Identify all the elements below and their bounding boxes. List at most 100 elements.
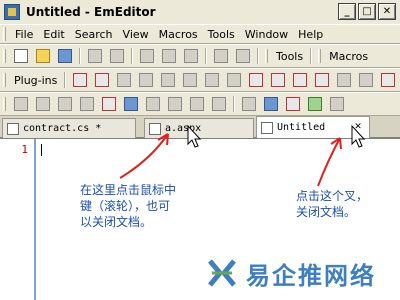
- toolbar-grip[interactable]: [3, 49, 6, 63]
- plugin-button-1[interactable]: [70, 71, 90, 89]
- plugins-toolbar-label[interactable]: Plug-ins: [10, 74, 61, 87]
- menu-macros[interactable]: Macros: [154, 28, 203, 41]
- macro-button-10[interactable]: [209, 95, 229, 113]
- menu-tools[interactable]: Tools: [203, 28, 240, 41]
- xml-button[interactable]: [283, 95, 303, 113]
- snippets-icon: [161, 73, 176, 87]
- macro-options-icon: [146, 97, 160, 111]
- standard-toolbar: Tools Macros: [0, 44, 400, 68]
- plugin-button-13[interactable]: [334, 71, 354, 89]
- plugin-button-7[interactable]: [202, 71, 222, 89]
- plugins-toolbar-grip[interactable]: [3, 73, 6, 87]
- plugin-button-15[interactable]: [378, 71, 398, 89]
- tab-label: contract.cs *: [23, 123, 102, 134]
- macro-button-3[interactable]: [55, 95, 75, 113]
- xml-validate-icon: [308, 97, 322, 111]
- macro-button-1[interactable]: [11, 95, 31, 113]
- copy-button[interactable]: [159, 47, 179, 65]
- title-bar: Untitled - EmEditor _ □ ✕: [0, 0, 400, 24]
- xml-validate-button[interactable]: [305, 95, 325, 113]
- plugin-button-9[interactable]: [246, 71, 266, 89]
- minimize-button[interactable]: _: [338, 3, 356, 20]
- plugin-button-11[interactable]: [290, 71, 310, 89]
- macro-pause-icon: [212, 97, 226, 111]
- macro-run-icon: [58, 97, 72, 111]
- macro-button-6[interactable]: [121, 95, 141, 113]
- bookmark-icon: [227, 73, 242, 87]
- plugin-button-14[interactable]: [356, 71, 376, 89]
- plugins-toolbar: Plug-ins: [0, 68, 400, 92]
- logo-mark-icon: [208, 259, 236, 287]
- plugin-button-6[interactable]: [180, 71, 200, 89]
- macro-button-5[interactable]: [99, 95, 119, 113]
- menubar-grip[interactable]: [3, 27, 6, 41]
- macros-toolbar-label[interactable]: Macros: [325, 50, 372, 63]
- logo-text: 易企推网络: [246, 261, 376, 290]
- paste-button[interactable]: [181, 47, 201, 65]
- menu-file[interactable]: File: [10, 28, 38, 41]
- menu-window[interactable]: Window: [240, 28, 293, 41]
- print-preview-button[interactable]: [107, 47, 127, 65]
- macros-row-grip[interactable]: [3, 97, 6, 111]
- macro-save-icon: [124, 97, 138, 111]
- tab-contract-cs[interactable]: contract.cs *: [2, 118, 136, 138]
- save-button[interactable]: [55, 47, 75, 65]
- cut-button[interactable]: [137, 47, 157, 65]
- macro-button-4[interactable]: [77, 95, 97, 113]
- print-icon: [88, 49, 102, 63]
- menu-view[interactable]: View: [118, 28, 154, 41]
- tab-untitled[interactable]: Untitled ✕: [256, 116, 370, 138]
- plugin-button-12[interactable]: [312, 71, 332, 89]
- plugin-button-8[interactable]: [224, 71, 244, 89]
- new-file-button[interactable]: [11, 47, 31, 65]
- toolbar-separator: [79, 48, 81, 64]
- toolbar-separator: [257, 48, 259, 64]
- menu-search[interactable]: Search: [70, 28, 118, 41]
- tools-toolbar-label[interactable]: Tools: [272, 50, 307, 63]
- tab-a-aspx[interactable]: a.aspx: [144, 118, 254, 138]
- menu-bar: File Edit Search View Macros Tools Windo…: [0, 24, 400, 44]
- print-button[interactable]: [85, 47, 105, 65]
- plugin-button-4[interactable]: [136, 71, 156, 89]
- close-window-button[interactable]: ✕: [378, 3, 396, 20]
- plugin-button-10[interactable]: [268, 71, 288, 89]
- macro-button-7[interactable]: [143, 95, 163, 113]
- text-file-icon: [261, 121, 273, 134]
- macros-toolbar-grip[interactable]: [318, 49, 322, 63]
- record-macro-icon: [14, 97, 28, 111]
- maximize-button[interactable]: □: [358, 3, 376, 20]
- macro-button-8[interactable]: [165, 95, 185, 113]
- tab-label: a.aspx: [165, 123, 202, 134]
- tools-toolbar-grip[interactable]: [265, 49, 268, 63]
- find-bar-icon: [315, 73, 330, 87]
- spell-check-icon: [381, 73, 396, 87]
- macro-button-9[interactable]: [187, 95, 207, 113]
- open-file-button[interactable]: [33, 47, 53, 65]
- number-button[interactable]: [239, 95, 259, 113]
- projects-icon: [139, 73, 154, 87]
- macro-list-icon: [36, 97, 50, 111]
- macro-edit-icon: [80, 97, 94, 111]
- plugin-button-2[interactable]: [92, 71, 112, 89]
- toolbar-separator: [205, 48, 207, 64]
- undo-button[interactable]: [211, 47, 231, 65]
- info-button[interactable]: [261, 95, 281, 113]
- plugin-button-3[interactable]: [114, 71, 134, 89]
- close-tab-icon[interactable]: ✕: [351, 120, 365, 134]
- tag-icon: [293, 73, 308, 87]
- clipboard-icon: [249, 73, 264, 87]
- macro-button-2[interactable]: [33, 95, 53, 113]
- print-preview-icon: [110, 49, 124, 63]
- plugin-button-5[interactable]: [158, 71, 178, 89]
- toolbar-separator: [233, 96, 235, 112]
- menu-edit[interactable]: Edit: [38, 28, 69, 41]
- paste-icon: [184, 49, 198, 63]
- info-icon: [264, 97, 278, 111]
- macro-button-15[interactable]: [327, 95, 347, 113]
- menu-help[interactable]: Help: [293, 28, 328, 41]
- toolbar-separator: [131, 48, 133, 64]
- redo-button[interactable]: [233, 47, 253, 65]
- document-tabs: contract.cs * a.aspx Untitled ✕: [0, 116, 400, 138]
- app-icon: [4, 4, 20, 20]
- numbers-icon: [242, 97, 256, 111]
